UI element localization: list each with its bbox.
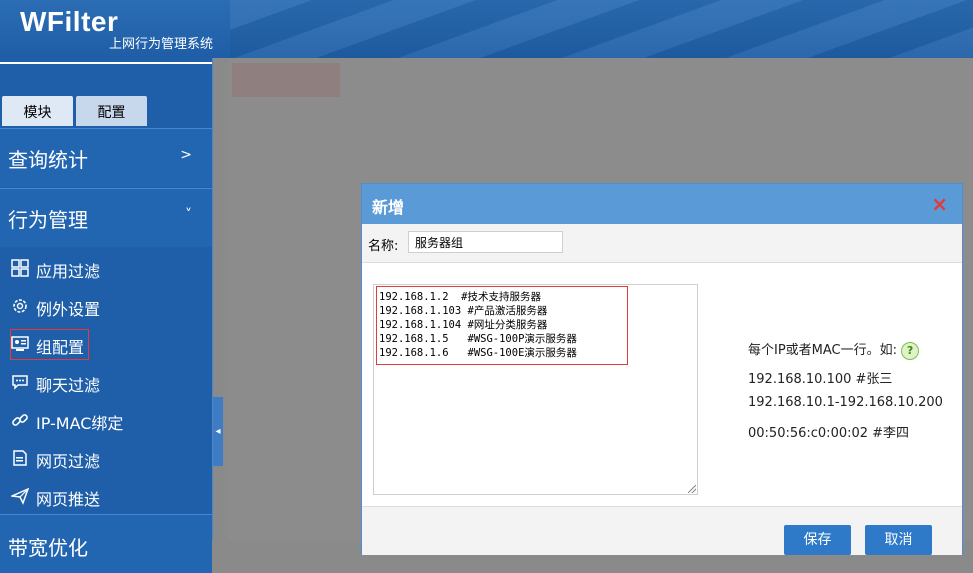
tab-config[interactable]: 配置 — [76, 96, 147, 126]
entry-line: 192.168.1.103 #产品激活服务器 — [379, 305, 548, 317]
sidebar-item-label: 聊天过滤 — [36, 376, 101, 395]
sidebar: 模块 配置 查询统计 > 行为管理 ˅ 应用过滤 例外设置 组配置 聊天过滤 I… — [0, 58, 213, 573]
sidebar-item-ip-mac-binding[interactable]: IP-MAC绑定 — [0, 402, 212, 438]
sidebar-item-exceptions[interactable]: 例外设置 — [0, 288, 212, 324]
cancel-button[interactable]: 取消 — [865, 525, 932, 555]
background-placeholder — [232, 63, 340, 97]
entry-line: 192.168.1.5 #WSG-100P演示服务器 — [379, 333, 577, 345]
section-label: 行为管理 — [8, 208, 88, 232]
sidebar-item-app-filter[interactable]: 应用过滤 — [0, 250, 212, 286]
dialog-titlebar: 新增 × — [362, 184, 962, 224]
app-header: WFilter 上网行为管理系统 — [0, 0, 973, 58]
help-icon[interactable]: ? — [901, 341, 920, 360]
help-example-range: 192.168.10.1-192.168.10.200 — [748, 395, 943, 410]
section-behavior-mgmt[interactable]: 行为管理 ˅ — [0, 188, 212, 247]
entry-line: 192.168.1.2 #技术支持服务器 — [379, 291, 542, 303]
chat-icon — [12, 375, 28, 390]
app-subtitle: 上网行为管理系统 — [109, 37, 214, 52]
sidebar-item-group-config[interactable]: 组配置 — [0, 326, 212, 362]
section-bandwidth[interactable]: 带宽优化 — [0, 514, 212, 573]
sidebar-item-label: 应用过滤 — [36, 262, 101, 281]
grid-icon — [11, 259, 29, 277]
close-icon[interactable]: × — [931, 192, 948, 216]
header-decoration — [230, 0, 973, 58]
sidebar-item-web-filter[interactable]: 网页过滤 — [0, 440, 212, 476]
name-row: 名称: — [362, 224, 962, 263]
sidebar-collapse-handle[interactable]: ◂ — [213, 397, 223, 466]
section-label: 带宽优化 — [8, 536, 88, 560]
name-label: 名称: — [368, 239, 399, 254]
page-icon — [13, 450, 27, 466]
name-input[interactable] — [408, 231, 563, 253]
sidebar-item-label: 组配置 — [36, 338, 85, 357]
sidebar-item-label: 网页推送 — [36, 490, 101, 509]
tab-module[interactable]: 模块 — [2, 96, 73, 126]
entries-textarea[interactable]: 192.168.1.2 #技术支持服务器 192.168.1.103 #产品激活… — [373, 284, 698, 495]
chevron-right-icon: > — [180, 147, 192, 163]
app-logo: WFilter — [20, 6, 119, 37]
add-dialog: 新增 × 名称: 192.168.1.2 #技术支持服务器 192.168.1.… — [361, 183, 963, 555]
help-example-ip: 192.168.10.100 #张三 — [748, 372, 893, 387]
entry-line: 192.168.1.6 #WSG-100E演示服务器 — [379, 347, 577, 359]
resize-handle[interactable] — [688, 485, 696, 493]
help-example-mac: 00:50:56:c0:00:02 #李四 — [748, 426, 910, 441]
send-icon — [11, 487, 29, 505]
section-label: 查询统计 — [8, 148, 88, 172]
sidebar-item-label: 网页过滤 — [36, 452, 101, 471]
chevron-down-icon: ˅ — [185, 207, 192, 223]
sidebar-item-label: IP-MAC绑定 — [36, 414, 124, 433]
group-card-icon — [11, 336, 29, 351]
save-button[interactable]: 保存 — [784, 525, 851, 555]
gear-icon — [13, 299, 27, 313]
sidebar-item-chat-filter[interactable]: 聊天过滤 — [0, 364, 212, 400]
section-query-stats[interactable]: 查询统计 > — [0, 128, 212, 187]
help-line: 每个IP或者MAC一行。如:? — [748, 339, 920, 360]
sidebar-item-label: 例外设置 — [36, 300, 101, 319]
link-icon — [12, 414, 28, 426]
dialog-title: 新增 — [372, 198, 405, 217]
entry-line: 192.168.1.104 #网址分类服务器 — [379, 319, 548, 331]
sidebar-divider — [0, 62, 212, 64]
sidebar-item-web-push[interactable]: 网页推送 — [0, 478, 212, 514]
